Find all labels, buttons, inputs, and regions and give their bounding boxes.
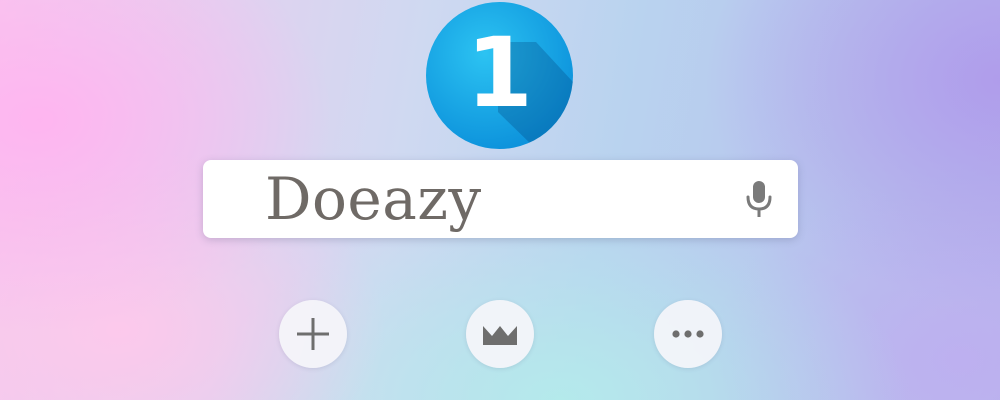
logo-number: 1 bbox=[466, 16, 533, 129]
crown-button[interactable] bbox=[466, 300, 534, 368]
add-button[interactable] bbox=[279, 300, 347, 368]
search-input[interactable]: Doeazy bbox=[265, 164, 482, 234]
crown-icon bbox=[483, 326, 517, 345]
more-button[interactable] bbox=[654, 300, 722, 368]
more-horizontal-icon bbox=[672, 330, 704, 338]
search-bar[interactable]: Doeazy bbox=[203, 160, 798, 238]
microphone-icon[interactable] bbox=[745, 180, 773, 218]
app-logo: 1 bbox=[426, 2, 573, 149]
plus-icon bbox=[297, 318, 329, 350]
